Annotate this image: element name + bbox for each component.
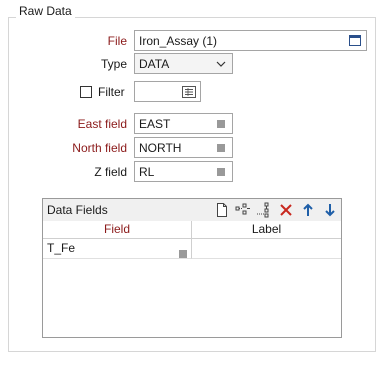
north-field-label: North field — [72, 141, 127, 155]
east-field-value: EAST — [139, 116, 171, 131]
data-fields-header: Data Fields — [43, 199, 341, 222]
insert-after-icon[interactable] — [256, 202, 272, 218]
column-header-field[interactable]: Field — [43, 221, 192, 239]
filter-input[interactable] — [134, 81, 201, 102]
data-fields-panel: Data Fields Field Label T_Fe — [42, 198, 342, 338]
table-row-label-cell[interactable] — [192, 239, 341, 259]
north-field-input[interactable]: NORTH — [134, 137, 233, 158]
type-select[interactable]: DATA — [134, 53, 233, 74]
filter-checkbox[interactable] — [80, 86, 92, 98]
group-title: Raw Data — [16, 4, 75, 18]
list-icon[interactable] — [210, 138, 232, 157]
type-label: Type — [100, 57, 127, 71]
filter-label: Filter — [98, 85, 125, 99]
new-row-icon[interactable] — [214, 202, 230, 218]
move-up-icon[interactable] — [300, 202, 316, 218]
chevron-down-icon — [210, 54, 232, 73]
z-field-label: Z field — [94, 165, 127, 179]
z-field-value: RL — [139, 164, 155, 179]
north-field-value: NORTH — [139, 140, 182, 155]
list-icon[interactable] — [179, 245, 187, 264]
column-header-label[interactable]: Label — [192, 221, 341, 239]
move-down-icon[interactable] — [322, 202, 338, 218]
table-row-field-cell[interactable]: T_Fe — [43, 239, 192, 259]
east-field-input[interactable]: EAST — [134, 113, 233, 134]
field-cell-value: T_Fe — [47, 241, 76, 255]
data-fields-title: Data Fields — [47, 203, 108, 217]
filter-list-icon[interactable] — [178, 82, 200, 101]
type-value: DATA — [139, 56, 170, 71]
file-input[interactable]: Iron_Assay (1) — [134, 30, 367, 51]
file-value: Iron_Assay (1) — [139, 33, 218, 48]
delete-icon[interactable] — [278, 202, 294, 218]
file-label: File — [107, 34, 127, 48]
list-icon[interactable] — [210, 114, 232, 133]
list-icon[interactable] — [210, 162, 232, 181]
east-field-label: East field — [77, 117, 127, 131]
z-field-input[interactable]: RL — [134, 161, 233, 182]
insert-row-icon[interactable] — [235, 202, 251, 218]
open-file-icon[interactable] — [344, 31, 366, 50]
